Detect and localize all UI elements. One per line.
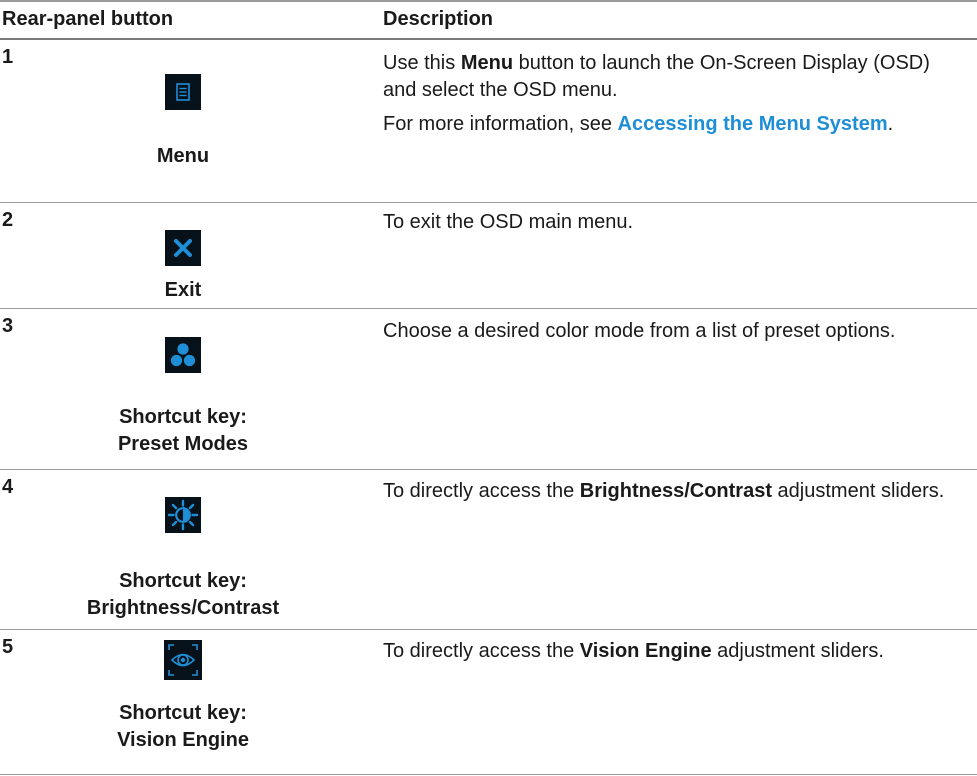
description-bold: Brightness/Contrast	[579, 480, 772, 502]
row-number: 1	[2, 46, 14, 68]
vision-engine-icon	[164, 640, 202, 680]
caption-line: Brightness/Contrast	[86, 597, 280, 619]
description-bold: Vision Engine	[579, 640, 712, 662]
accessing-menu-system-link[interactable]: Accessing the Menu System	[618, 113, 888, 135]
description: Use this Menu button to launch the On-Sc…	[383, 50, 953, 138]
row-number: 2	[2, 209, 14, 231]
header-description: Description	[383, 8, 494, 30]
description-text: For more information, see	[383, 113, 618, 135]
caption-line: Vision Engine	[117, 729, 249, 751]
description-text: To directly access the	[383, 480, 580, 502]
caption-line: Shortcut key:	[119, 406, 247, 428]
button-caption: Exit	[164, 279, 202, 301]
row-number: 4	[2, 476, 14, 498]
button-caption: Shortcut key: Brightness/Contrast	[80, 568, 286, 622]
caption-line: Preset Modes	[117, 433, 249, 455]
caption-line: Shortcut key:	[119, 702, 247, 724]
description: Choose a desired color mode from a list …	[383, 320, 896, 342]
table-row: 3 Shortcut key: Preset Modes Choose a de…	[0, 309, 977, 469]
description-bold: Menu	[460, 52, 514, 74]
caption-line: Shortcut key:	[119, 570, 247, 592]
preset-modes-icon	[165, 337, 201, 373]
table-row: 2 Exit To exit the OSD main menu.	[0, 203, 977, 308]
description: To directly access the Vision Engine adj…	[383, 638, 953, 665]
description-text: .	[887, 113, 894, 135]
description-text: To directly access the	[383, 640, 580, 662]
brightness-contrast-icon	[165, 497, 201, 533]
description-text: adjustment sliders.	[772, 480, 945, 502]
row-number: 3	[2, 315, 14, 337]
table-row: 5 Shortcut key: Vision Engine To directl…	[0, 630, 977, 774]
table-header: Rear-panel button Description	[0, 0, 977, 38]
rear-panel-button-table: Rear-panel button Description 1 Menu Use…	[0, 0, 977, 776]
description: To exit the OSD main menu.	[383, 211, 634, 233]
table-row: 4 Shortcut key: Brightness/Contrast To d…	[0, 470, 977, 629]
header-rear-panel-button: Rear-panel button	[2, 8, 174, 30]
description-text: Use this	[383, 52, 461, 74]
exit-icon	[165, 230, 201, 266]
row-number: 5	[2, 636, 14, 658]
table-row: 1 Menu Use this Menu button to launch th…	[0, 40, 977, 202]
menu-icon	[165, 74, 201, 110]
button-caption: Menu	[156, 145, 210, 167]
button-caption: Shortcut key: Preset Modes	[80, 404, 286, 458]
table-bottom-rule	[0, 774, 977, 775]
description-text: adjustment sliders.	[711, 640, 884, 662]
description: To directly access the Brightness/Contra…	[383, 478, 953, 505]
button-caption: Shortcut key: Vision Engine	[80, 700, 286, 754]
